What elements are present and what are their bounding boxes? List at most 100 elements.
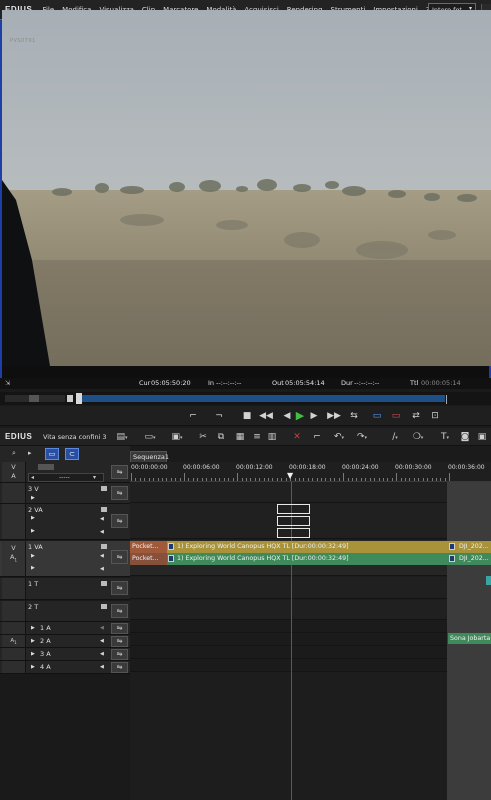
expand-icon[interactable]: ▶ (31, 528, 35, 534)
redo-icon[interactable]: ↷▾ (355, 431, 369, 443)
audio-toggle-icon[interactable]: ◀ (100, 566, 104, 572)
sequence-settings-icon[interactable]: ▤▾ (115, 431, 129, 443)
rewind-icon[interactable]: ◀◀ (259, 410, 273, 422)
expand-icon[interactable]: ▶ (31, 625, 35, 631)
source-patch[interactable]: V A (2, 462, 26, 482)
expand-icon[interactable]: ▶ (31, 664, 35, 670)
clip-audio-music[interactable]: Sona Jobarta (448, 633, 491, 644)
title-mute-icon[interactable] (101, 581, 107, 586)
track-selector-box[interactable] (38, 464, 54, 470)
expand-icon[interactable]: ⇲ (5, 379, 10, 387)
insert-to-timeline-icon[interactable]: ▭ (370, 410, 384, 422)
lane-4a[interactable] (130, 659, 491, 672)
edit-mode-icon[interactable]: ∕▾ (388, 431, 402, 443)
undo-icon[interactable]: ↶▾ (332, 431, 346, 443)
clip-video-main[interactable]: 1) Exploring World Canopus HQX TL [Dur:0… (167, 541, 447, 553)
sync-lock-icon[interactable]: ⇋ (111, 604, 128, 618)
play-icon[interactable]: ▶ (293, 410, 307, 422)
audio-toggle-icon[interactable]: ◀ (100, 638, 104, 644)
expand-icon[interactable]: ▶ (31, 638, 35, 644)
scrub-range-bar[interactable] (80, 395, 445, 402)
step-back-icon[interactable]: ◀ (280, 410, 294, 422)
ripple-icon[interactable]: ≡ (250, 431, 264, 443)
open-project-icon[interactable]: ▭▾ (143, 431, 157, 443)
audio-toggle-icon[interactable]: ◀ (100, 529, 104, 535)
sync-lock-icon[interactable]: ⇋ (111, 514, 128, 528)
fast-forward-icon[interactable]: ▶▶ (327, 410, 341, 422)
step-forward-icon[interactable]: ▶ (307, 410, 321, 422)
audio-toggle-icon[interactable]: ◀ (100, 553, 104, 559)
sync-lock-icon[interactable]: ⇋ (111, 486, 128, 500)
lane-1a[interactable] (130, 620, 491, 633)
lane-3v[interactable] (130, 482, 491, 503)
copy-icon[interactable]: ⧉ (214, 431, 228, 443)
clip-audio-main[interactable]: 1) Exploring World Canopus HQX TL [Dur:0… (167, 553, 447, 565)
sync-lock-icon[interactable]: ⇋ (111, 662, 128, 673)
mode-arrow-icon[interactable]: ▸ (28, 449, 32, 457)
sync-lock-icon[interactable]: ⇋ (111, 649, 128, 660)
paste-icon[interactable]: ▦ (233, 431, 247, 443)
expand-icon[interactable]: ▶ (31, 565, 35, 571)
sync-lock-icon[interactable]: ⇋ (111, 636, 128, 647)
video-mute-icon[interactable] (101, 486, 107, 491)
save-icon[interactable]: ▣▾ (170, 431, 184, 443)
empty-clip-placeholder[interactable] (277, 504, 310, 514)
title-icon[interactable]: T▾ (438, 431, 452, 443)
capture-icon[interactable]: ⊡ (428, 410, 442, 422)
video-mute-icon[interactable] (101, 507, 107, 512)
effects-icon[interactable]: ❍▾ (411, 431, 425, 443)
sync-lock-icon[interactable]: ⇋ (111, 465, 128, 479)
set-out-icon[interactable]: ¬ (212, 410, 226, 422)
audio-toggle-icon[interactable]: ◀ (100, 516, 104, 522)
lane-2a[interactable] (130, 633, 491, 646)
lane-2va[interactable] (130, 503, 491, 539)
link-icon[interactable]: ⌐ (310, 431, 324, 443)
clip-video-pocket[interactable]: Pocket... (130, 541, 167, 553)
expand-icon[interactable]: ▶ (31, 651, 35, 657)
audio-toggle-icon[interactable]: ◀ (100, 664, 104, 670)
expand-icon[interactable]: ▶ (31, 553, 35, 559)
audio-toggle-icon[interactable]: ◀ (100, 625, 104, 631)
empty-clip-placeholder[interactable] (277, 516, 310, 526)
grid-icon[interactable]: ▥ (265, 431, 279, 443)
sync-lock-icon[interactable]: ⇋ (111, 550, 128, 564)
clip-video-dji[interactable]: DJI_202... (447, 541, 491, 553)
video-mute-icon[interactable] (101, 544, 107, 549)
scrub-end-marker (446, 395, 447, 404)
empty-clip-placeholder[interactable] (277, 528, 310, 538)
clip-audio-dji[interactable]: DJI_202... (447, 553, 491, 565)
sync-lock-icon[interactable]: ⇋ (111, 581, 128, 595)
overwrite-to-timeline-icon[interactable]: ▭ (389, 410, 403, 422)
replace-clip-icon[interactable]: ⇄ (409, 410, 423, 422)
scrub-playhead[interactable] (76, 393, 82, 404)
lane-2t[interactable] (130, 600, 491, 620)
loop-icon[interactable]: ⇆ (347, 410, 361, 422)
sync-mode-button[interactable]: ⊂ (65, 448, 79, 460)
timeline-ruler[interactable]: 00:00:00:00 00:00:06:00 00:00:12:00 00:0… (130, 462, 491, 482)
single-mode-button[interactable]: ▭ (45, 448, 59, 460)
timeline-tracks[interactable]: Pocket... 1) Exploring World Canopus HQX… (130, 482, 491, 800)
expand-icon[interactable]: ▶ (31, 515, 35, 521)
cut-icon[interactable]: ✂ (196, 431, 210, 443)
export-icon[interactable]: ▣ (475, 431, 489, 443)
lane-3a[interactable] (130, 646, 491, 659)
playhead-marker-icon[interactable]: ▼ (287, 471, 293, 480)
delete-icon[interactable]: ✕ (290, 431, 304, 443)
set-in-icon[interactable]: ⌐ (186, 410, 200, 422)
title-clip-stub[interactable] (486, 576, 491, 585)
patch-a1-label: A1 (2, 553, 25, 564)
sync-lock-icon[interactable]: ⇋ (111, 623, 128, 634)
tab-sequence1[interactable]: Sequenza1 (130, 451, 169, 462)
track-dropdown[interactable]: ◂ ----- ▾ (28, 473, 104, 482)
expand-icon[interactable]: ▶ (31, 495, 35, 501)
stop-icon[interactable]: ■ (240, 410, 254, 422)
source-patch-1va[interactable]: V A1 (2, 541, 26, 576)
title-mute-icon[interactable] (101, 604, 107, 609)
player-scrubber[interactable] (0, 392, 491, 405)
clip-audio-pocket[interactable]: Pocket... (130, 553, 167, 565)
mode-icon[interactable]: ⌕ (12, 449, 16, 458)
source-patch-2a[interactable]: A1 (2, 635, 26, 647)
audio-toggle-icon[interactable]: ◀ (100, 651, 104, 657)
snapshot-icon[interactable]: ◙ (458, 431, 472, 443)
lane-1t[interactable] (130, 577, 491, 599)
